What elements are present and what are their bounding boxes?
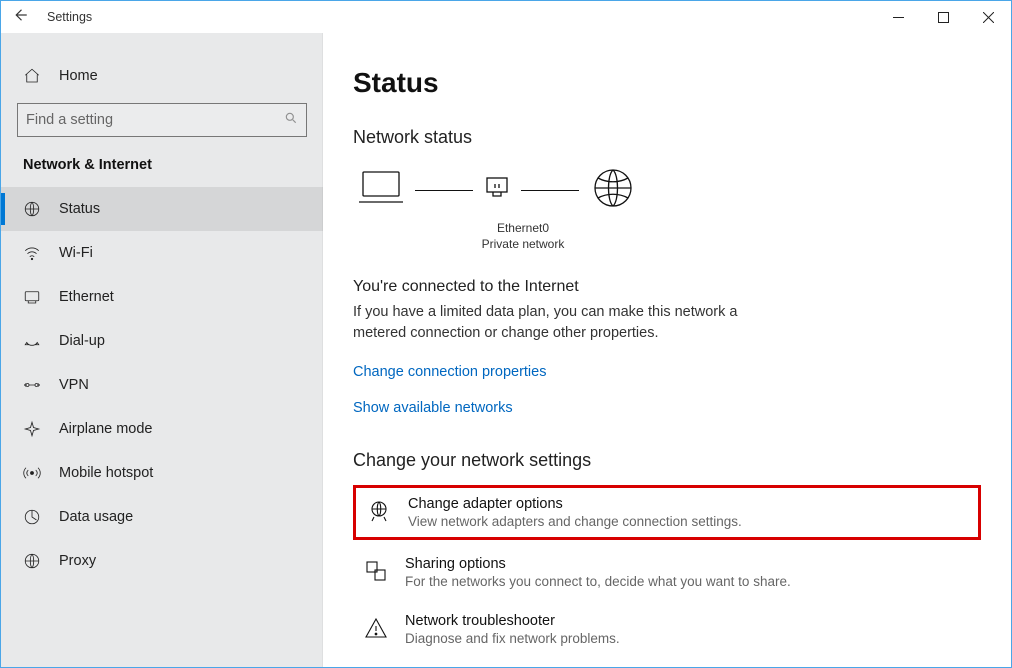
nav-label: VPN — [59, 377, 89, 393]
adapter-name: Ethernet0 — [463, 221, 583, 237]
connected-title: You're connected to the Internet — [353, 278, 981, 296]
option-desc: Diagnose and fix network problems. — [405, 631, 620, 646]
nav-label: Airplane mode — [59, 421, 153, 437]
home-nav[interactable]: Home — [1, 61, 323, 103]
titlebar-left: Settings — [11, 6, 92, 29]
nav-item-status[interactable]: Status — [1, 187, 323, 231]
option-text: Sharing options For the networks you con… — [405, 556, 791, 589]
nav-label: Status — [59, 201, 100, 217]
nav-item-datausage[interactable]: Data usage — [1, 495, 323, 539]
troubleshooter-icon — [363, 615, 389, 641]
search-container — [1, 103, 323, 157]
nic-icon — [483, 174, 511, 207]
computer-icon — [357, 166, 405, 215]
option-sharing[interactable]: Sharing options For the networks you con… — [353, 548, 981, 597]
titlebar: Settings — [1, 1, 1011, 33]
show-available-networks-link[interactable]: Show available networks — [353, 400, 981, 416]
nav-label: Wi-Fi — [59, 245, 93, 261]
window-title: Settings — [47, 10, 92, 24]
proxy-icon — [23, 552, 41, 570]
adapter-options-icon — [366, 498, 392, 524]
option-desc: For the networks you connect to, decide … — [405, 574, 791, 589]
dialup-icon — [23, 332, 41, 350]
nav-label: Dial-up — [59, 333, 105, 349]
change-connection-properties-link[interactable]: Change connection properties — [353, 364, 981, 380]
sidebar: Home Network & Internet Status — [1, 33, 323, 667]
connected-desc: If you have a limited data plan, you can… — [353, 302, 783, 344]
nav-list: Status Wi-Fi Ethernet — [1, 187, 323, 583]
nav-item-ethernet[interactable]: Ethernet — [1, 275, 323, 319]
ethernet-icon — [23, 288, 41, 306]
nav-label: Mobile hotspot — [59, 465, 153, 481]
network-type: Private network — [463, 237, 583, 253]
nav-item-dialup[interactable]: Dial-up — [1, 319, 323, 363]
change-settings-heading: Change your network settings — [353, 450, 981, 471]
settings-window: Settings Home — [0, 0, 1012, 668]
sharing-icon — [363, 558, 389, 584]
home-label: Home — [59, 68, 98, 84]
nav-label: Data usage — [59, 509, 133, 525]
network-status-heading: Network status — [353, 127, 981, 148]
internet-globe-icon — [589, 166, 637, 215]
adapter-node — [483, 174, 511, 207]
sidebar-section-title: Network & Internet — [1, 157, 323, 187]
window-controls — [876, 1, 1011, 33]
wifi-icon — [23, 244, 41, 262]
option-troubleshooter[interactable]: Network troubleshooter Diagnose and fix … — [353, 605, 981, 654]
nav-label: Ethernet — [59, 289, 114, 305]
nav-item-proxy[interactable]: Proxy — [1, 539, 323, 583]
globe-icon — [23, 200, 41, 218]
network-options-list: Change adapter options View network adap… — [353, 485, 981, 654]
connector-line — [415, 190, 473, 191]
option-text: Change adapter options View network adap… — [408, 496, 742, 529]
search-icon — [284, 111, 298, 130]
option-text: Network troubleshooter Diagnose and fix … — [405, 613, 620, 646]
page-title: Status — [353, 67, 981, 99]
nav-item-hotspot[interactable]: Mobile hotspot — [1, 451, 323, 495]
option-desc: View network adapters and change connect… — [408, 514, 742, 529]
maximize-button[interactable] — [921, 1, 966, 33]
hotspot-icon — [23, 464, 41, 482]
option-title: Change adapter options — [408, 496, 742, 512]
nav-item-vpn[interactable]: VPN — [1, 363, 323, 407]
window-body: Home Network & Internet Status — [1, 33, 1011, 667]
datausage-icon — [23, 508, 41, 526]
minimize-button[interactable] — [876, 1, 921, 33]
search-box[interactable] — [17, 103, 307, 137]
network-diagram — [353, 166, 981, 215]
connector-line — [521, 190, 579, 191]
nav-item-wifi[interactable]: Wi-Fi — [1, 231, 323, 275]
home-icon — [23, 67, 41, 85]
diagram-labels: Ethernet0 Private network — [463, 221, 583, 252]
option-change-adapter[interactable]: Change adapter options View network adap… — [353, 485, 981, 540]
search-input[interactable] — [26, 112, 284, 128]
airplane-icon — [23, 420, 41, 438]
back-button[interactable] — [11, 6, 29, 29]
nav-label: Proxy — [59, 553, 96, 569]
nav-item-airplane[interactable]: Airplane mode — [1, 407, 323, 451]
main-content: Status Network status Ethernet0 — [323, 33, 1011, 667]
option-title: Sharing options — [405, 556, 791, 572]
option-title: Network troubleshooter — [405, 613, 620, 629]
close-button[interactable] — [966, 1, 1011, 33]
vpn-icon — [23, 376, 41, 394]
